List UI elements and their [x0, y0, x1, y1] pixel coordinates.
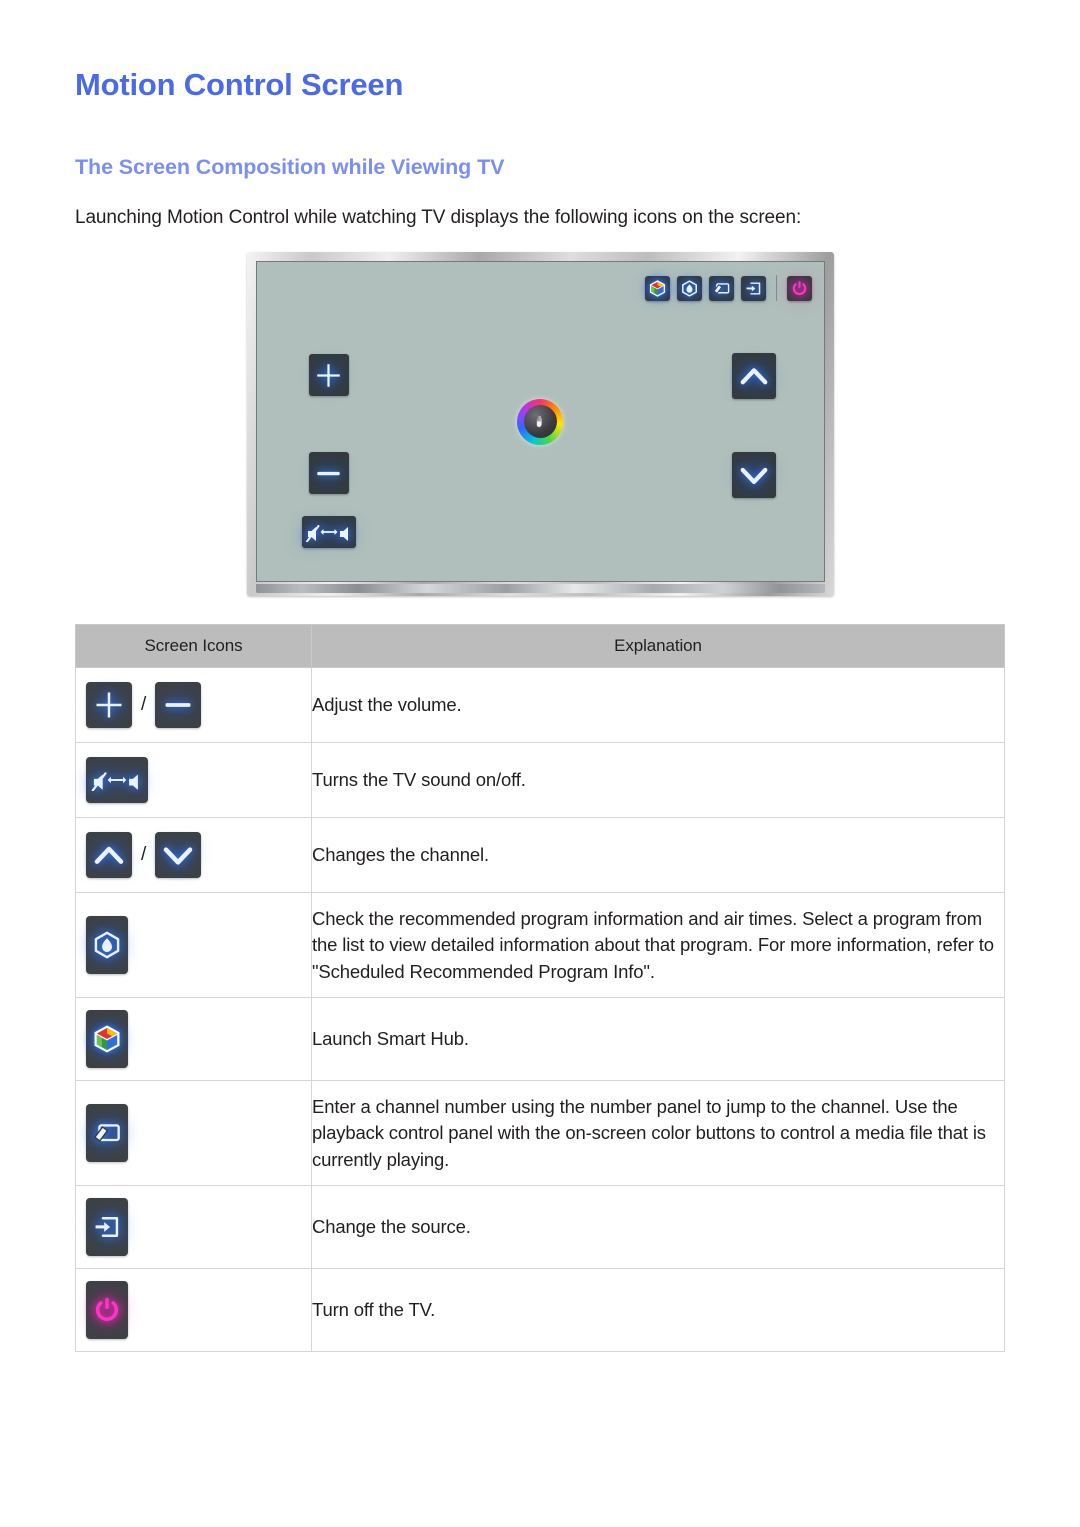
table-cell-explanation: Enter a channel number using the number … [311, 1080, 1005, 1187]
channel-up-icon[interactable] [86, 832, 132, 879]
tv-illustration-figure [75, 230, 1005, 597]
osd-icon-divider [775, 275, 777, 302]
table-row: / Adjust the volume. [75, 667, 1005, 744]
table-row: Enter a channel number using the number … [75, 1080, 1005, 1187]
table-cell-explanation: Check the recommended program informatio… [311, 892, 1005, 999]
mute-toggle-icon[interactable] [86, 757, 148, 804]
table-cell-explanation: Adjust the volume. [311, 667, 1005, 744]
page-title: Motion Control Screen [75, 67, 404, 102]
screen-icons-table: Screen Icons Explanation / Adjust the vo… [75, 624, 1005, 1353]
source-icon[interactable] [740, 275, 766, 301]
table-row: Turn off the TV. [75, 1268, 1005, 1353]
table-cell-icons [75, 1185, 312, 1270]
tv-bezel [246, 252, 834, 597]
table-cell-icons [75, 997, 312, 1082]
power-icon[interactable] [786, 275, 812, 301]
table-row: Change the source. [75, 1185, 1005, 1270]
recommendations-icon[interactable] [676, 275, 702, 301]
table-cell-explanation: Turns the TV sound on/off. [311, 742, 1005, 819]
table-cell-explanation: Launch Smart Hub. [311, 997, 1005, 1082]
power-icon[interactable] [86, 1281, 128, 1340]
icon-separator: / [141, 694, 147, 716]
icon-separator: / [141, 844, 147, 866]
table-header-row: Screen Icons Explanation [75, 624, 1005, 669]
table-cell-explanation: Turn off the TV. [311, 1268, 1005, 1353]
mute-toggle-icon[interactable] [301, 516, 356, 549]
volume-up-icon[interactable] [86, 682, 132, 729]
smart-hub-icon[interactable] [644, 275, 670, 301]
hand-glyph [535, 415, 542, 428]
playback-control-icon[interactable] [708, 275, 734, 301]
table-cell-explanation: Change the source. [311, 1185, 1005, 1270]
table-cell-explanation: Changes the channel. [311, 817, 1005, 894]
channel-down-icon[interactable] [155, 832, 202, 879]
channel-up-icon[interactable] [731, 353, 776, 400]
table-row: Launch Smart Hub. [75, 997, 1005, 1082]
table-cell-icons [75, 1080, 312, 1187]
osd-top-icon-row [644, 275, 812, 302]
table-row: Check the recommended program informatio… [75, 892, 1005, 999]
table-row: / Changes the channel. [75, 817, 1005, 894]
table-cell-icons [75, 892, 312, 999]
table-header-icons: Screen Icons [75, 624, 312, 669]
document-page: Motion Control Screen The Screen Composi… [0, 0, 1080, 1527]
intro-paragraph: Launching Motion Control while watching … [75, 206, 802, 228]
table-row: Turns the TV sound on/off. [75, 742, 1005, 819]
hand-pointer-icon[interactable] [517, 398, 563, 445]
recommendations-icon[interactable] [86, 916, 128, 975]
playback-control-icon[interactable] [86, 1104, 128, 1163]
table-header-explanation: Explanation [311, 624, 1005, 669]
source-icon[interactable] [86, 1198, 128, 1257]
volume-down-icon[interactable] [155, 682, 202, 729]
smart-hub-icon[interactable] [86, 1010, 128, 1069]
volume-up-icon[interactable] [308, 354, 349, 397]
hand-pointer-core [523, 405, 557, 439]
volume-down-icon[interactable] [308, 452, 349, 495]
table-cell-icons: / [75, 817, 312, 894]
table-cell-icons: / [75, 667, 312, 744]
tv-screen [255, 261, 825, 583]
channel-down-icon[interactable] [731, 452, 776, 499]
table-cell-icons [75, 742, 312, 819]
section-title: The Screen Composition while Viewing TV [75, 155, 505, 180]
table-cell-icons [75, 1268, 312, 1353]
